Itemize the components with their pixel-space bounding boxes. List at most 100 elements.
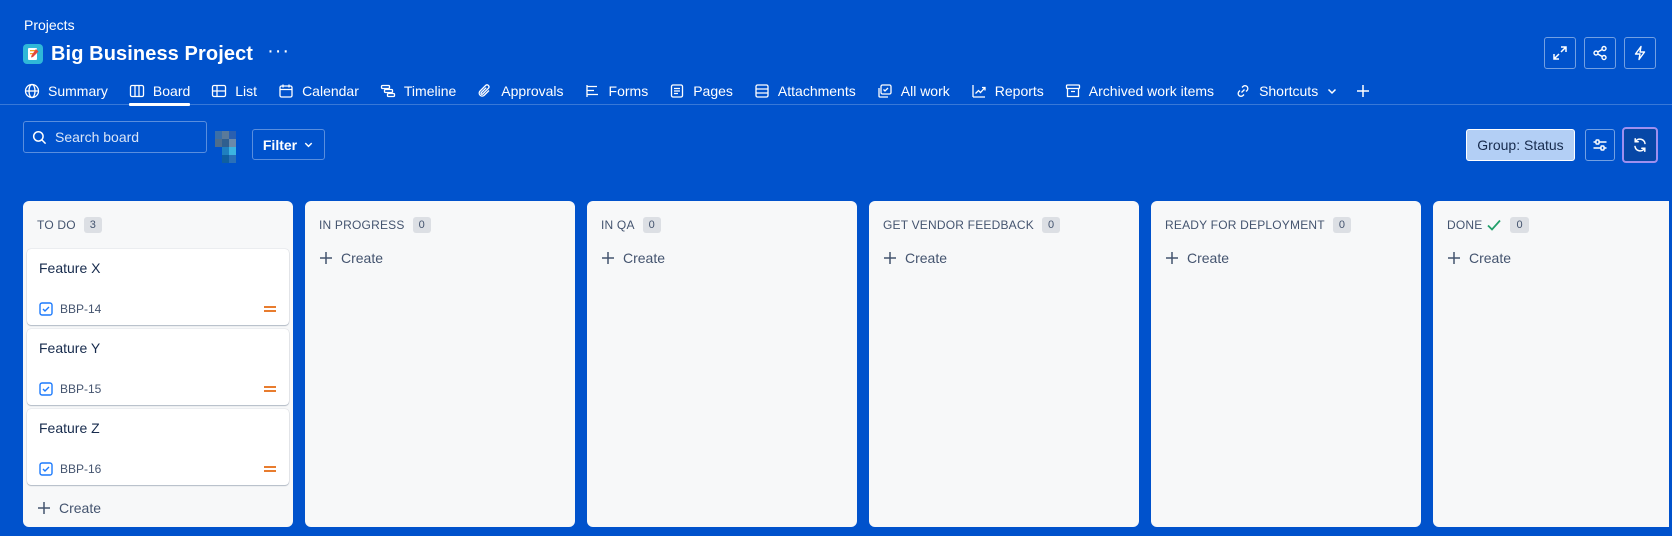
column-title: IN QA bbox=[601, 218, 635, 232]
filter-label: Filter bbox=[262, 136, 298, 153]
plus-icon bbox=[883, 251, 897, 265]
tab-all-work[interactable]: All work bbox=[877, 79, 950, 103]
more-actions-button[interactable]: ··· bbox=[267, 41, 290, 64]
create-issue-button[interactable]: Create bbox=[1151, 241, 1421, 275]
tab-timeline[interactable]: Timeline bbox=[380, 79, 456, 103]
count-badge: 3 bbox=[83, 217, 102, 233]
chevron-down-icon bbox=[1326, 85, 1338, 97]
refresh-icon bbox=[1634, 138, 1646, 152]
create-label: Create bbox=[1469, 250, 1512, 266]
tab-label: Shortcuts bbox=[1259, 83, 1319, 99]
column-title: DONE bbox=[1447, 218, 1483, 232]
fullscreen-button[interactable] bbox=[1544, 37, 1576, 69]
plus-icon bbox=[37, 501, 51, 515]
tab-label: Archived work items bbox=[1088, 83, 1215, 99]
task-checkbox-icon bbox=[39, 462, 53, 476]
tab-summary[interactable]: Summary bbox=[24, 79, 108, 103]
filter-button[interactable]: Filter bbox=[252, 129, 325, 160]
all-work-icon bbox=[877, 83, 893, 99]
card-title: Feature Z bbox=[39, 420, 100, 436]
automation-button[interactable] bbox=[1624, 37, 1656, 69]
search-input[interactable] bbox=[55, 129, 205, 145]
tab-pages[interactable]: Pages bbox=[669, 79, 733, 103]
tabs-divider bbox=[0, 104, 1672, 105]
project-tabs: Summary Board List Calendar Timeline App… bbox=[24, 79, 1371, 106]
column-title: TO DO bbox=[37, 218, 76, 232]
column-get-vendor-feedback: GET VENDOR FEEDBACK 0 Create bbox=[869, 201, 1139, 527]
plus-icon bbox=[319, 251, 333, 265]
chevron-down-icon bbox=[304, 142, 313, 148]
create-label: Create bbox=[905, 250, 948, 266]
card-title: Feature Y bbox=[39, 340, 101, 356]
card-key[interactable]: BBP-16 bbox=[60, 462, 101, 476]
tab-forms[interactable]: Forms bbox=[585, 79, 648, 103]
search-icon bbox=[32, 130, 47, 144]
create-issue-button[interactable]: Create bbox=[587, 241, 857, 275]
priority-medium-icon bbox=[264, 466, 276, 472]
tab-list[interactable]: List bbox=[211, 79, 257, 103]
create-issue-button[interactable]: Create bbox=[23, 489, 293, 527]
breadcrumb[interactable]: Projects bbox=[24, 17, 75, 33]
column-title: GET VENDOR FEEDBACK bbox=[883, 218, 1034, 232]
check-icon bbox=[1486, 218, 1502, 232]
tab-label: Board bbox=[152, 83, 191, 99]
tab-label: Attachments bbox=[777, 83, 856, 99]
task-checkbox-icon bbox=[39, 382, 53, 396]
search-board-field[interactable] bbox=[23, 121, 207, 153]
plus-icon bbox=[601, 251, 615, 265]
create-issue-button[interactable]: Create bbox=[869, 241, 1139, 275]
tab-calendar[interactable]: Calendar bbox=[278, 79, 359, 103]
page-icon bbox=[669, 83, 685, 99]
tab-board[interactable]: Board bbox=[128, 79, 191, 106]
refresh-button[interactable] bbox=[1622, 127, 1658, 163]
share-icon bbox=[1593, 45, 1607, 61]
board-icon bbox=[129, 83, 145, 99]
count-badge: 0 bbox=[1332, 217, 1351, 233]
add-tab-button[interactable] bbox=[1355, 83, 1371, 99]
card-title: Feature X bbox=[39, 260, 101, 276]
priority-medium-icon bbox=[264, 306, 276, 312]
tab-label: Calendar bbox=[302, 83, 359, 99]
card-key[interactable]: BBP-15 bbox=[60, 382, 101, 396]
column-in-qa: IN QA 0 Create bbox=[587, 201, 857, 527]
archive-icon bbox=[1065, 83, 1081, 99]
column-header[interactable]: TO DO 3 bbox=[23, 201, 293, 249]
calendar-icon bbox=[278, 83, 294, 99]
create-issue-button[interactable]: Create bbox=[1433, 241, 1669, 275]
group-by-status-button[interactable]: Group: Status bbox=[1466, 129, 1575, 161]
tab-label: Timeline bbox=[403, 83, 457, 99]
tab-approvals[interactable]: Approvals bbox=[477, 79, 564, 103]
project-notebook-icon bbox=[23, 44, 43, 64]
tab-label: Pages bbox=[693, 83, 733, 99]
avatar[interactable] bbox=[215, 131, 243, 163]
card[interactable]: Feature Z BBP-16 bbox=[27, 409, 289, 485]
card-footer: BBP-16 bbox=[39, 462, 277, 476]
create-label: Create bbox=[341, 250, 384, 266]
plus-icon bbox=[1357, 85, 1370, 97]
link-icon bbox=[1235, 83, 1251, 99]
list-icon bbox=[211, 83, 227, 99]
page-title: Big Business Project bbox=[51, 42, 254, 65]
tab-reports[interactable]: Reports bbox=[971, 79, 1044, 103]
task-checkbox-icon bbox=[39, 302, 53, 316]
app-root: Projects Big Business Project ··· Summar… bbox=[0, 0, 1672, 536]
priority-medium-icon bbox=[264, 386, 276, 392]
create-label: Create bbox=[1187, 250, 1230, 266]
forms-icon bbox=[585, 83, 601, 99]
tab-attachments[interactable]: Attachments bbox=[754, 79, 856, 103]
timeline-icon bbox=[380, 83, 396, 99]
tab-label: All work bbox=[900, 83, 950, 99]
share-button[interactable] bbox=[1584, 37, 1616, 69]
card[interactable]: Feature X BBP-14 bbox=[27, 249, 289, 325]
attachments-icon bbox=[754, 83, 770, 99]
view-settings-button[interactable] bbox=[1585, 129, 1615, 161]
create-label: Create bbox=[623, 250, 666, 266]
tab-shortcuts[interactable]: Shortcuts bbox=[1235, 79, 1338, 103]
create-issue-button[interactable]: Create bbox=[305, 241, 575, 275]
tab-archived-work-items[interactable]: Archived work items bbox=[1065, 79, 1214, 103]
card[interactable]: Feature Y BBP-15 bbox=[27, 329, 289, 405]
expand-icon bbox=[1553, 46, 1567, 60]
card-key[interactable]: BBP-14 bbox=[60, 302, 101, 316]
tab-label: Approvals bbox=[501, 83, 564, 99]
tab-label: List bbox=[235, 83, 258, 99]
